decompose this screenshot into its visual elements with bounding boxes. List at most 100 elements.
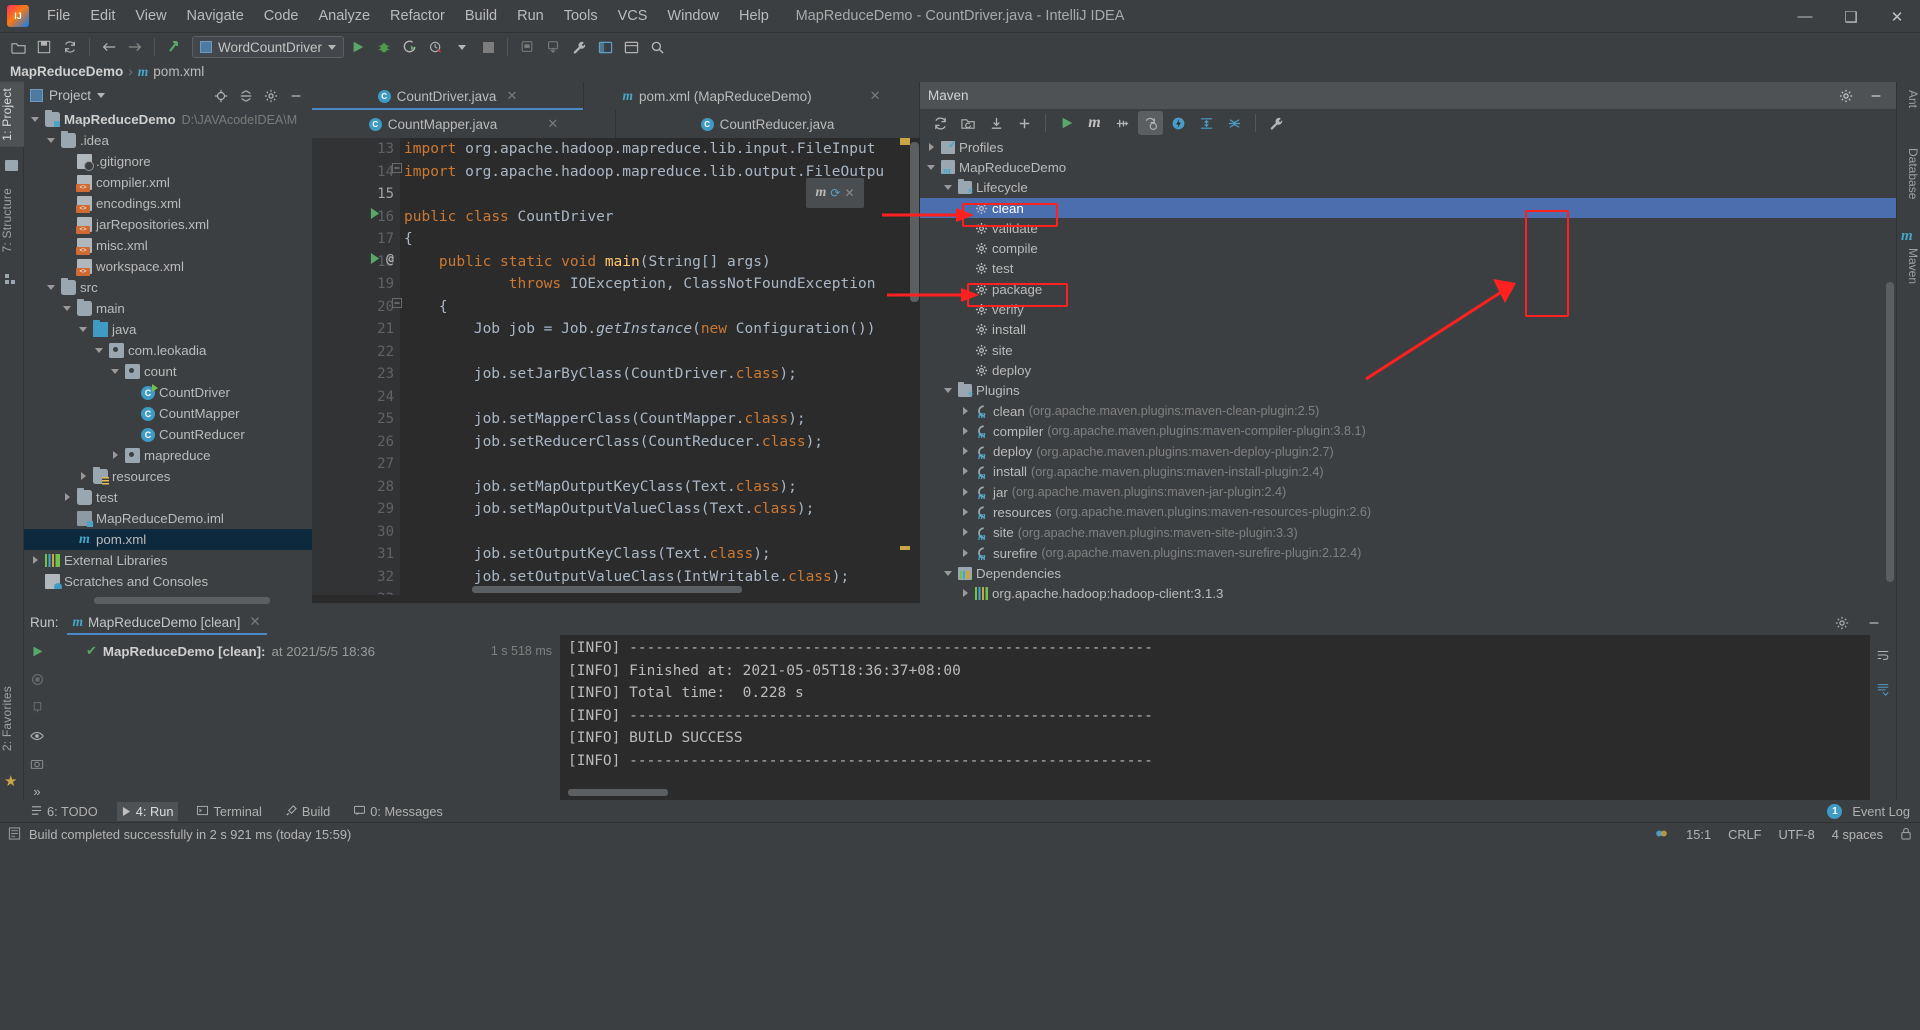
maven-tree-row[interactable]: install (org.apache.maven.plugins:maven-i… <box>920 462 1896 482</box>
maven-tree-row[interactable]: MapReduceDemo <box>920 157 1896 177</box>
maximize-button[interactable]: ❑ <box>1828 0 1874 33</box>
maven-tree-row[interactable]: install <box>920 320 1896 340</box>
sidebar-item-database[interactable]: Database <box>1896 142 1920 205</box>
code-line[interactable]: public class CountDriver <box>404 206 920 229</box>
chevron-right-icon[interactable] <box>960 527 971 538</box>
tree-row[interactable]: compiler.xml <box>24 172 312 193</box>
locate-icon[interactable] <box>211 86 231 106</box>
run-gutter-icon-class[interactable] <box>370 208 381 222</box>
tree-row[interactable]: Scratches and Consoles <box>24 571 312 589</box>
run-with-coverage-icon[interactable] <box>398 35 422 59</box>
tree-row[interactable]: C CountDriver <box>24 382 312 403</box>
chevron-right-icon[interactable] <box>960 548 971 559</box>
project-horizontal-scrollbar[interactable] <box>94 597 270 604</box>
reimport-icon[interactable] <box>928 111 953 135</box>
tree-row[interactable]: jarRepositories.xml <box>24 214 312 235</box>
profile-icon[interactable] <box>424 35 448 59</box>
expand-all-icon[interactable] <box>1194 111 1219 135</box>
gear-icon[interactable] <box>1834 84 1858 108</box>
menu-item-window[interactable]: Window <box>657 4 729 28</box>
search-icon[interactable] <box>645 35 669 59</box>
sidebar-item-favorites[interactable]: 2: Favorites <box>0 680 24 757</box>
menu-item-file[interactable]: File <box>37 4 80 28</box>
line-separator[interactable]: CRLF <box>1728 827 1761 842</box>
collapse-all-icon[interactable] <box>1222 111 1247 135</box>
maven-project-tree[interactable]: Profiles MapReduceDemo Lifecycle clean valid… <box>920 137 1896 603</box>
maven-tree-row[interactable]: Dependencies <box>920 563 1896 583</box>
code-line[interactable]: job.setJarByClass(CountDriver.class); <box>404 363 920 386</box>
caret-position[interactable]: 15:1 <box>1686 827 1711 842</box>
generate-sources-icon[interactable] <box>956 111 981 135</box>
tree-row[interactable]: C CountReducer <box>24 424 312 445</box>
chevron-down-icon[interactable] <box>97 93 106 98</box>
tab-pom-xml[interactable]: m pom.xml (MapReduceDemo) ✕ <box>584 82 920 110</box>
chevron-right-icon[interactable] <box>62 492 73 503</box>
maven-tree-row[interactable]: clean(org.apache.maven.plugins:maven-cle… <box>920 401 1896 421</box>
maven-icon[interactable]: m <box>1082 111 1107 135</box>
add-icon[interactable] <box>1012 111 1037 135</box>
file-encoding[interactable]: UTF-8 <box>1779 827 1815 842</box>
more-icon[interactable]: » <box>27 783 47 800</box>
bottom-tab-build[interactable]: Build <box>281 802 335 821</box>
chevron-right-icon[interactable] <box>960 426 971 437</box>
chevron-down-icon[interactable] <box>46 282 57 293</box>
collapse-all-icon[interactable] <box>236 86 256 106</box>
device-manager-icon[interactable] <box>515 35 539 59</box>
maven-tree-row[interactable]: verify <box>920 299 1896 319</box>
sidebar-item-ant[interactable]: Ant <box>1896 84 1920 114</box>
code-line[interactable]: import org.apache.hadoop.mapreduce.lib.i… <box>404 138 920 161</box>
layout-icon[interactable] <box>619 35 643 59</box>
close-icon[interactable]: ✕ <box>506 88 517 104</box>
chevron-right-icon[interactable] <box>960 588 971 599</box>
code-fold-icon[interactable] <box>392 163 402 176</box>
maven-tree-row[interactable]: deploy <box>920 360 1896 380</box>
wrench-icon[interactable] <box>567 35 591 59</box>
camera-icon[interactable] <box>27 755 47 772</box>
tab-countreducer-java[interactable]: C CountReducer.java <box>616 110 920 138</box>
indent-setting[interactable]: 4 spaces <box>1832 827 1883 842</box>
maven-tree-row[interactable]: org.apache.hadoop:hadoop-client:3.1.3 <box>920 584 1896 603</box>
sync-project-icon[interactable] <box>541 35 565 59</box>
maven-tree-row[interactable]: site <box>920 340 1896 360</box>
download-sources-icon[interactable] <box>984 111 1009 135</box>
maven-tree-row[interactable]: jar(org.apache.maven.plugins:maven-jar-p… <box>920 482 1896 502</box>
maven-tree-row[interactable]: validate <box>920 218 1896 238</box>
editor-vertical-scrollbar[interactable] <box>910 142 919 302</box>
tree-row[interactable]: java <box>24 319 312 340</box>
close-icon[interactable]: ✕ <box>547 116 558 132</box>
jump-to-source-icon[interactable] <box>162 35 186 59</box>
execute-goal-icon[interactable] <box>1166 111 1191 135</box>
hide-icon[interactable] <box>1864 84 1888 108</box>
maven-tree-row[interactable]: test <box>920 259 1896 279</box>
sidebar-item-maven[interactable]: Maven <box>1896 242 1920 290</box>
menu-item-view[interactable]: View <box>125 4 176 28</box>
code-line[interactable]: job.setReducerClass(CountReducer.class); <box>404 431 920 454</box>
tab-countmapper-java[interactable]: C CountMapper.java ✕ <box>312 110 616 138</box>
tree-row[interactable]: .gitignore <box>24 151 312 172</box>
bottom-tab-run[interactable]: 4: Run <box>116 801 179 821</box>
close-icon[interactable]: ✕ <box>870 88 881 104</box>
tree-row[interactable]: C CountMapper <box>24 403 312 424</box>
stop-icon[interactable] <box>27 671 47 688</box>
rerun-icon[interactable] <box>27 643 47 660</box>
chevron-right-icon[interactable] <box>960 446 971 457</box>
maven-reimport-popup[interactable]: m ⟳ ✕ <box>806 178 864 208</box>
settings-wrench-icon[interactable] <box>1264 111 1289 135</box>
code-line[interactable]: public static void main(String[] args) <box>404 251 920 274</box>
sidebar-item-structure[interactable]: 7: Structure <box>0 182 24 258</box>
console-horizontal-scrollbar[interactable] <box>568 789 668 796</box>
chevron-down-icon[interactable] <box>943 385 954 396</box>
wrap-icon[interactable] <box>1871 643 1895 667</box>
menu-item-code[interactable]: Code <box>254 4 309 28</box>
inspection-icon[interactable] <box>1654 826 1669 844</box>
menu-item-refactor[interactable]: Refactor <box>380 4 455 28</box>
hide-icon[interactable] <box>286 86 306 106</box>
code-line[interactable]: job.setMapperClass(CountMapper.class); <box>404 408 920 431</box>
sync-icon[interactable] <box>58 35 82 59</box>
chevron-right-icon[interactable] <box>78 471 89 482</box>
chevron-down-icon[interactable] <box>78 324 89 335</box>
bottom-tab-terminal[interactable]: Terminal <box>192 802 266 821</box>
code-line[interactable] <box>404 386 920 409</box>
project-structure-icon[interactable] <box>593 35 617 59</box>
forward-icon[interactable] <box>123 35 147 59</box>
